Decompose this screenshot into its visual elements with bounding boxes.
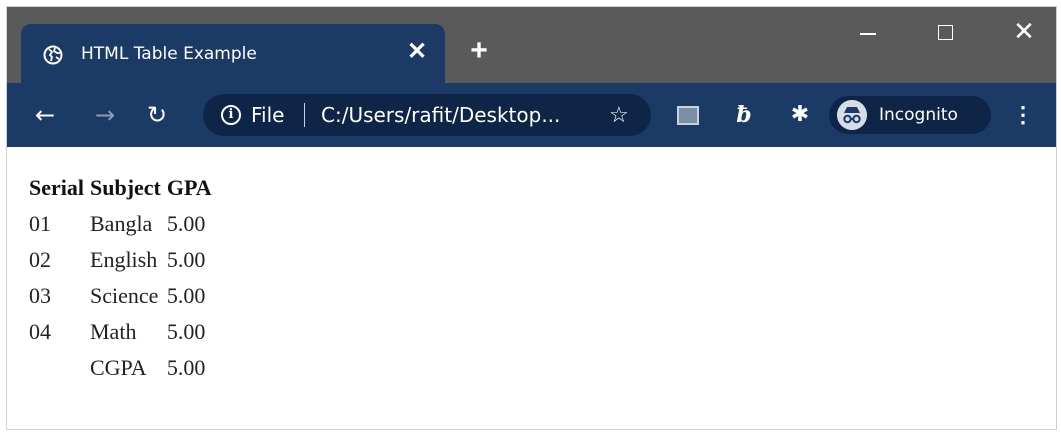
puzzle-extension-icon[interactable]: ✱ bbox=[787, 99, 813, 129]
table-row-total: CGPA 5.00 bbox=[27, 351, 214, 385]
reload-icon[interactable]: ↻ bbox=[139, 97, 175, 133]
table-row: 04 Math 5.00 bbox=[27, 315, 214, 349]
table-header-row: Serial Subject GPA bbox=[27, 171, 214, 205]
subject-cell: Science bbox=[90, 283, 159, 308]
table-row: 03 Science 5.00 bbox=[27, 279, 214, 313]
table-row: 01 Bangla 5.00 bbox=[27, 207, 214, 241]
serial-cell: 02 bbox=[29, 247, 51, 272]
b-extension-icon[interactable]: ƀ bbox=[731, 100, 757, 130]
url-text[interactable]: C:/Users/rafit/Desktop... bbox=[321, 103, 560, 127]
tab-close-icon[interactable]: ✕ bbox=[405, 40, 429, 64]
globe-icon bbox=[43, 45, 63, 65]
tab-html-table-example[interactable]: HTML Table Example ✕ bbox=[21, 24, 445, 84]
tab-title: HTML Table Example bbox=[81, 44, 257, 64]
incognito-label: Incognito bbox=[879, 105, 958, 125]
gpa-cell: 5.00 bbox=[166, 283, 206, 308]
incognito-badge[interactable]: Incognito bbox=[829, 96, 991, 134]
serial-cell: 03 bbox=[29, 283, 51, 308]
address-bar[interactable]: i File C:/Users/rafit/Desktop... ☆ bbox=[203, 94, 651, 136]
kebab-menu-icon[interactable]: ⋮ bbox=[1011, 99, 1035, 131]
serial-cell: 01 bbox=[29, 211, 51, 236]
column-header-serial: Serial bbox=[29, 175, 84, 200]
table-row: 02 English 5.00 bbox=[27, 243, 214, 277]
subject-cell: CGPA bbox=[90, 355, 147, 380]
subject-cell: Bangla bbox=[90, 211, 153, 236]
browser-toolbar: ← → ↻ i File C:/Users/rafit/Desktop... ☆… bbox=[7, 83, 1056, 147]
browser-window: HTML Table Example ✕ + ✕ ← → ↻ i File C:… bbox=[6, 6, 1057, 430]
serial-cell bbox=[27, 351, 86, 385]
column-header-subject: Subject bbox=[90, 175, 161, 200]
subject-cell: English bbox=[90, 247, 158, 272]
star-icon[interactable]: ☆ bbox=[609, 101, 629, 129]
maximize-icon bbox=[938, 25, 953, 40]
info-icon[interactable]: i bbox=[221, 105, 241, 125]
gpa-cell: 5.00 bbox=[166, 247, 206, 272]
title-bar: HTML Table Example ✕ + ✕ bbox=[7, 7, 1056, 84]
minimize-button[interactable] bbox=[845, 17, 891, 49]
close-icon: ✕ bbox=[1013, 17, 1035, 47]
back-arrow-icon[interactable]: ← bbox=[27, 97, 63, 133]
incognito-icon bbox=[837, 100, 867, 130]
grades-table: Serial Subject GPA 01 Bangla 5.00 02 Eng… bbox=[25, 169, 216, 387]
serial-cell: 04 bbox=[29, 319, 51, 344]
forward-arrow-icon[interactable]: → bbox=[87, 97, 123, 133]
close-window-button[interactable]: ✕ bbox=[1001, 17, 1047, 49]
column-header-gpa: GPA bbox=[166, 175, 212, 200]
image-extension-icon[interactable] bbox=[677, 106, 699, 125]
gpa-cell: 5.00 bbox=[166, 355, 206, 380]
gpa-cell: 5.00 bbox=[166, 211, 206, 236]
omnibox-divider bbox=[304, 103, 305, 127]
page-content: Serial Subject GPA 01 Bangla 5.00 02 Eng… bbox=[7, 147, 1056, 429]
subject-cell: Math bbox=[90, 319, 137, 344]
maximize-button[interactable] bbox=[923, 17, 969, 49]
gpa-cell: 5.00 bbox=[166, 319, 206, 344]
scheme-label: File bbox=[251, 103, 285, 127]
minimize-icon bbox=[860, 33, 876, 35]
new-tab-button[interactable]: + bbox=[465, 36, 493, 66]
